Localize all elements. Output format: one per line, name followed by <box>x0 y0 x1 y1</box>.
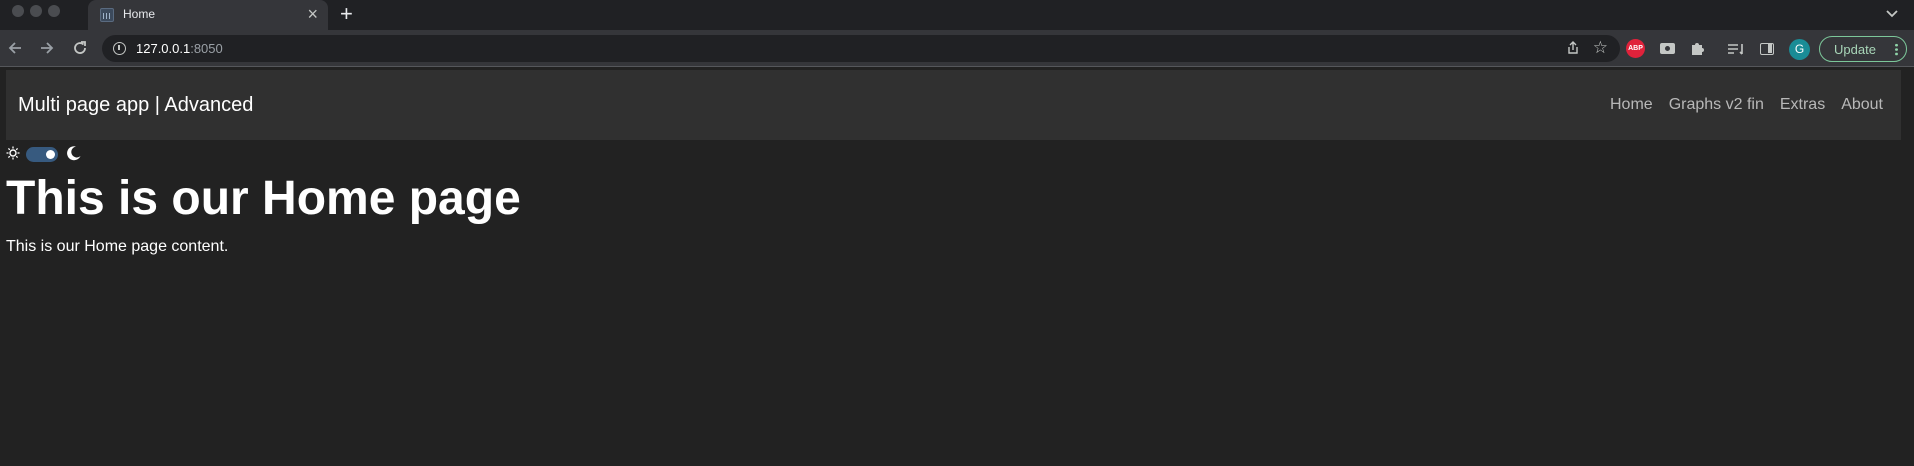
extensions-area: ABP <box>1626 35 1716 63</box>
update-button[interactable]: Update <box>1819 36 1907 62</box>
close-window-button[interactable] <box>12 5 24 17</box>
browser-tab-home[interactable]: Home × <box>88 0 328 30</box>
nav-links: Home Graphs v2 fin Extras About <box>1610 96 1883 114</box>
update-label: Update <box>1834 42 1876 57</box>
adblock-plus-icon[interactable]: ABP <box>1626 39 1645 58</box>
url-text: 127.0.0.1:8050 <box>136 41 223 56</box>
nav-link-home[interactable]: Home <box>1610 96 1653 114</box>
moon-icon <box>67 146 81 161</box>
chevron-down-icon[interactable] <box>1884 5 1900 21</box>
side-panel-icon[interactable] <box>1760 43 1774 55</box>
dash-favicon-icon <box>100 8 114 22</box>
browser-toolbar: 127.0.0.1:8050 ☆ ABP <box>0 30 1914 67</box>
minimize-window-button[interactable] <box>30 5 42 17</box>
site-info-icon[interactable] <box>113 42 126 55</box>
app-navbar: Multi page app | Advanced Home Graphs v2… <box>6 70 1901 140</box>
camera-icon[interactable] <box>1660 43 1675 54</box>
address-bar[interactable]: 127.0.0.1:8050 ☆ <box>102 35 1620 62</box>
theme-switch <box>6 143 86 163</box>
maximize-window-button[interactable] <box>48 5 60 17</box>
page-title: This is our Home page <box>6 172 521 225</box>
nav-link-about[interactable]: About <box>1841 96 1883 114</box>
close-tab-icon[interactable]: × <box>307 4 318 24</box>
new-tab-plus-icon[interactable]: + <box>340 2 353 26</box>
nav-link-graphs[interactable]: Graphs v2 fin <box>1669 96 1764 114</box>
reload-icon[interactable] <box>70 38 90 58</box>
nav-link-extras[interactable]: Extras <box>1780 96 1825 114</box>
back-arrow-icon[interactable] <box>5 38 25 58</box>
sun-icon <box>6 146 20 160</box>
extensions-puzzle-icon[interactable] <box>1690 40 1706 56</box>
page-content: Multi page app | Advanced Home Graphs v2… <box>0 68 1914 466</box>
tab-title: Home <box>123 7 156 21</box>
bookmark-star-icon[interactable]: ☆ <box>1593 38 1608 58</box>
theme-toggle[interactable] <box>26 147 58 162</box>
more-menu-icon[interactable] <box>1895 43 1898 56</box>
page-body-text: This is our Home page content. <box>6 238 229 255</box>
share-icon[interactable] <box>1566 41 1580 55</box>
tab-strip: Home × + <box>0 0 1914 30</box>
profile-avatar[interactable]: G <box>1789 39 1810 60</box>
toggle-knob <box>46 150 55 159</box>
reading-list-icon[interactable] <box>1727 43 1745 57</box>
navbar-brand[interactable]: Multi page app | Advanced <box>18 94 253 117</box>
forward-arrow-icon[interactable] <box>37 38 57 58</box>
